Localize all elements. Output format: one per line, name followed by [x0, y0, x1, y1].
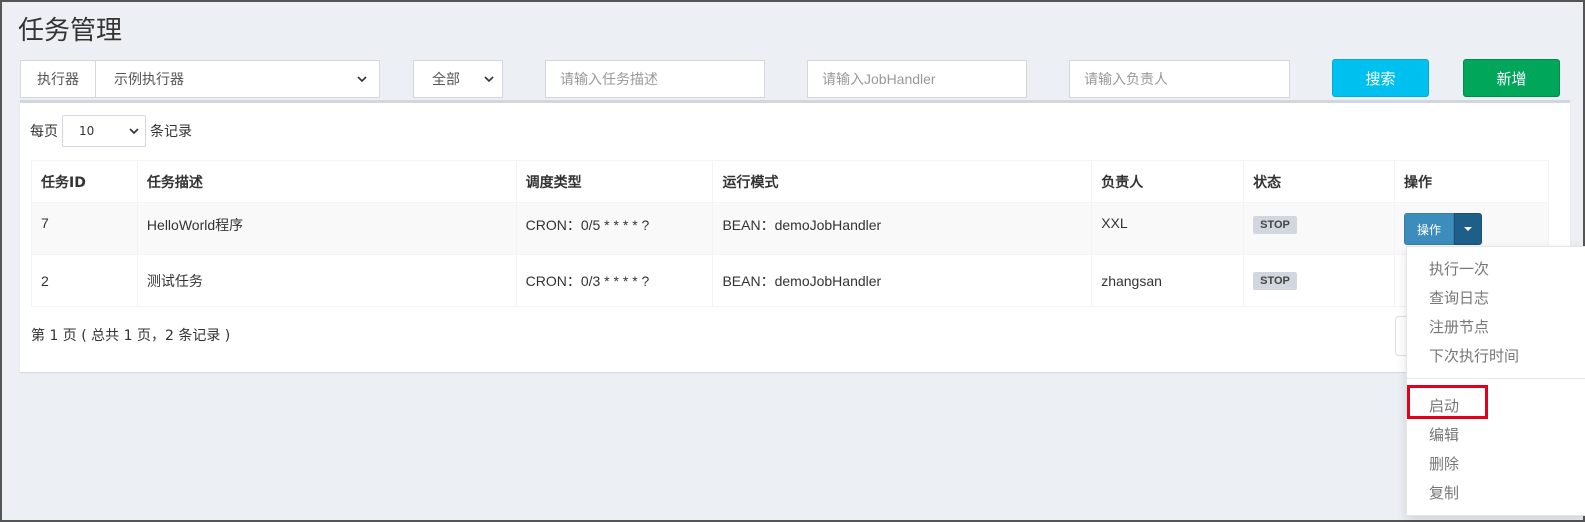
operation-dropdown-menu: 执行一次 查询日志 注册节点 下次执行时间 启动 编辑 删除 复制 [1406, 246, 1585, 516]
status-select[interactable]: 全部 [413, 60, 503, 98]
pagination-info: 第 1 页 ( 总共 1 页，2 条记录 ) [31, 328, 231, 344]
cell-job-id: 2 [31, 254, 138, 307]
add-button[interactable]: 新增 [1463, 59, 1560, 97]
header-job-desc[interactable]: 任务描述 [136, 160, 517, 203]
header-operation: 操作 [1394, 160, 1549, 203]
author-input[interactable] [1069, 60, 1290, 98]
status-badge: STOP [1253, 216, 1297, 234]
executor-label: 执行器 [21, 61, 96, 97]
cell-job-desc: 测试任务 [136, 254, 517, 307]
caret-down-icon [1464, 227, 1473, 231]
table-row: 2 测试任务 CRON：0/3 * * * * ? BEAN：demoJobHa… [31, 254, 1549, 307]
header-job-id[interactable]: 任务ID [31, 160, 138, 203]
chevron-down-icon [357, 76, 367, 83]
cell-job-desc: HelloWorld程序 [136, 202, 517, 255]
operation-button-group: 操作 [1404, 213, 1483, 245]
search-button[interactable]: 搜索 [1332, 59, 1429, 97]
handler-input[interactable] [807, 60, 1027, 98]
page-length-control: 每页 10 条记录 [30, 115, 192, 147]
header-run-mode[interactable]: 运行模式 [712, 160, 1093, 203]
menu-item-delete[interactable]: 删除 [1429, 453, 1459, 474]
menu-item-query-log[interactable]: 查询日志 [1429, 287, 1489, 308]
cell-schedule: CRON：0/5 * * * * ? [515, 202, 714, 255]
menu-item-next-trigger-time[interactable]: 下次执行时间 [1429, 345, 1519, 366]
chevron-down-icon [129, 128, 139, 135]
menu-item-copy[interactable]: 复制 [1429, 482, 1459, 503]
menu-divider [1407, 378, 1585, 379]
cell-author: zhangsan [1091, 254, 1245, 307]
operation-dropdown-toggle[interactable] [1454, 213, 1483, 245]
cell-mode: BEAN：demoJobHandler [712, 202, 1093, 255]
table-header-row: 任务ID 任务描述 调度类型 运行模式 负责人 状态 操作 [31, 160, 1549, 203]
status-value: 全部 [432, 72, 460, 88]
job-list-box: 每页 10 条记录 任务ID 任务描述 调度类型 运行模式 负责人 状态 操作 … [20, 100, 1570, 372]
header-status[interactable]: 状态 [1243, 160, 1396, 203]
job-desc-input[interactable] [545, 60, 765, 98]
per-page-prefix: 每页 [30, 124, 58, 140]
executor-value: 示例执行器 [114, 72, 184, 88]
menu-item-registry-nodes[interactable]: 注册节点 [1429, 316, 1489, 337]
page-title: 任务管理 [18, 16, 123, 46]
table-row: 7 HelloWorld程序 CRON：0/5 * * * * ? BEAN：d… [31, 202, 1549, 255]
cell-status: STOP [1243, 202, 1396, 255]
job-table: 任务ID 任务描述 调度类型 运行模式 负责人 状态 操作 7 HelloWor… [31, 160, 1549, 307]
cell-status: STOP [1243, 254, 1396, 307]
header-author[interactable]: 负责人 [1091, 160, 1245, 203]
executor-select[interactable]: 示例执行器 [96, 61, 379, 97]
cell-mode: BEAN：demoJobHandler [712, 254, 1093, 307]
executor-filter[interactable]: 执行器 示例执行器 [20, 60, 380, 98]
status-badge: STOP [1253, 272, 1297, 290]
page-length-select[interactable]: 10 [62, 115, 146, 147]
per-page-suffix: 条记录 [150, 124, 192, 140]
menu-item-trigger-once[interactable]: 执行一次 [1429, 258, 1489, 279]
header-schedule-type[interactable]: 调度类型 [515, 160, 714, 203]
chevron-down-icon [484, 76, 494, 83]
menu-item-edit[interactable]: 编辑 [1429, 424, 1459, 445]
operation-button[interactable]: 操作 [1404, 213, 1455, 245]
cell-author: XXL [1091, 202, 1245, 255]
start-item-highlight-box [1407, 385, 1488, 419]
page-length-value: 10 [79, 124, 95, 138]
cell-job-id: 7 [31, 202, 138, 255]
cell-schedule: CRON：0/3 * * * * ? [515, 254, 714, 307]
